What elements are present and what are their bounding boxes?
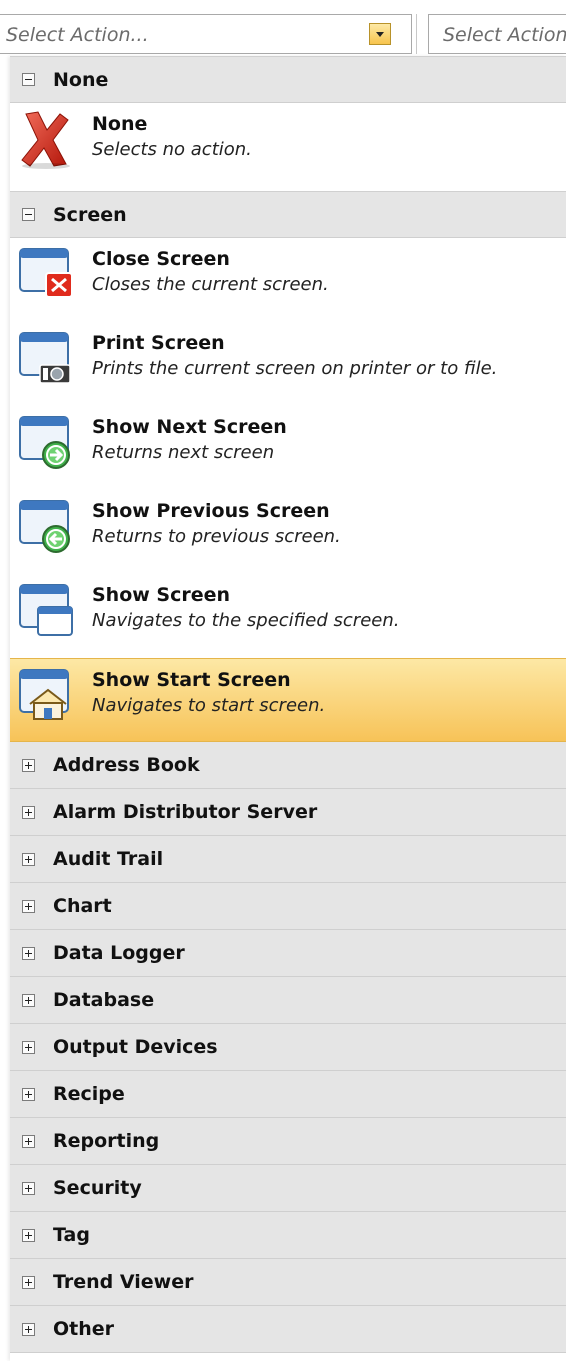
action-picker: Select Action... Select Action None None… — [0, 0, 566, 1361]
action-combobox[interactable]: Select Action... — [0, 14, 412, 54]
action-title: Show Start Screen — [92, 669, 291, 691]
group-header-database[interactable]: Database — [10, 977, 566, 1024]
group-label: Output Devices — [53, 1036, 218, 1058]
group-label: Other — [53, 1318, 115, 1340]
group-label: Trend Viewer — [53, 1271, 194, 1293]
action-item-show-previous-screen[interactable]: Show Previous Screen Returns to previous… — [10, 490, 566, 574]
expand-icon[interactable] — [22, 1134, 35, 1148]
group-header-recipe[interactable]: Recipe — [10, 1071, 566, 1118]
group-label: Database — [53, 989, 155, 1011]
dropdown-arrow-button[interactable] — [369, 23, 391, 45]
expand-icon[interactable] — [22, 1181, 35, 1195]
combobox-placeholder: Select Action... — [6, 24, 149, 46]
print-screen-icon — [16, 327, 80, 399]
action-title: Show Screen — [92, 584, 231, 606]
next-screen-icon — [16, 411, 80, 483]
group-label: Tag — [53, 1224, 90, 1246]
action-title: Show Previous Screen — [92, 500, 330, 522]
group-header-trend-viewer[interactable]: Trend Viewer — [10, 1259, 566, 1306]
group-label: Address Book — [53, 754, 200, 776]
group-header-screen[interactable]: Screen — [10, 191, 566, 238]
action-item-print-screen[interactable]: Print Screen Prints the current screen o… — [10, 322, 566, 406]
expand-icon[interactable] — [22, 899, 35, 913]
divider — [416, 14, 417, 54]
group-label: Chart — [53, 895, 112, 917]
group-header-output-devices[interactable]: Output Devices — [10, 1024, 566, 1071]
expand-icon[interactable] — [22, 758, 35, 772]
group-label: Reporting — [53, 1130, 160, 1152]
collapse-icon[interactable] — [22, 73, 35, 86]
action-description: Navigates to start screen. — [92, 695, 326, 716]
start-screen-icon — [16, 664, 80, 736]
expand-icon[interactable] — [22, 1228, 35, 1242]
action-title: Close Screen — [92, 248, 230, 270]
action-description: Prints the current screen on printer or … — [92, 358, 498, 379]
second-action-combobox[interactable]: Select Action — [428, 14, 566, 54]
action-item-close-screen[interactable]: Close Screen Closes the current screen. — [10, 238, 566, 322]
action-title: None — [92, 113, 148, 135]
group-label: Alarm Distributor Server — [53, 801, 318, 823]
group-label: Screen — [53, 203, 127, 226]
group-header-reporting[interactable]: Reporting — [10, 1118, 566, 1165]
red-x-icon — [16, 108, 80, 180]
show-screen-icon — [16, 579, 80, 651]
group-label: None — [53, 68, 109, 91]
group-header-none[interactable]: None — [10, 56, 566, 103]
group-header-audit-trail[interactable]: Audit Trail — [10, 836, 566, 883]
expand-icon[interactable] — [22, 1275, 35, 1289]
chevron-down-icon — [376, 31, 384, 37]
expand-icon[interactable] — [22, 1040, 35, 1054]
group-header-address-book[interactable]: Address Book — [10, 742, 566, 789]
action-item-none[interactable]: None Selects no action. — [10, 103, 566, 191]
action-item-show-start-screen[interactable]: Show Start Screen Navigates to start scr… — [10, 658, 566, 742]
close-screen-icon — [16, 243, 80, 315]
action-description: Closes the current screen. — [92, 274, 329, 295]
action-description: Selects no action. — [92, 139, 252, 160]
expand-icon[interactable] — [22, 1087, 35, 1101]
collapse-icon[interactable] — [22, 208, 35, 221]
action-description: Navigates to the specified screen. — [92, 610, 400, 631]
group-label: Data Logger — [53, 942, 185, 964]
action-description: Returns to previous screen. — [92, 526, 341, 547]
expand-icon[interactable] — [22, 993, 35, 1007]
group-header-alarm-distributor-server[interactable]: Alarm Distributor Server — [10, 789, 566, 836]
action-description: Returns next screen — [92, 442, 275, 463]
group-header-chart[interactable]: Chart — [10, 883, 566, 930]
action-item-show-next-screen[interactable]: Show Next Screen Returns next screen — [10, 406, 566, 490]
action-dropdown-panel: None None Selects no action. Screen Clos… — [10, 56, 566, 1361]
action-item-show-screen[interactable]: Show Screen Navigates to the specified s… — [10, 574, 566, 658]
group-label: Security — [53, 1177, 142, 1199]
expand-icon[interactable] — [22, 805, 35, 819]
group-header-tag[interactable]: Tag — [10, 1212, 566, 1259]
expand-icon[interactable] — [22, 1322, 35, 1336]
previous-screen-icon — [16, 495, 80, 567]
action-title: Print Screen — [92, 332, 225, 354]
group-label: Audit Trail — [53, 848, 164, 870]
expand-icon[interactable] — [22, 946, 35, 960]
second-combobox-placeholder: Select Action — [443, 24, 566, 46]
group-header-security[interactable]: Security — [10, 1165, 566, 1212]
group-header-other[interactable]: Other — [10, 1306, 566, 1353]
action-title: Show Next Screen — [92, 416, 287, 438]
group-label: Recipe — [53, 1083, 125, 1105]
group-header-data-logger[interactable]: Data Logger — [10, 930, 566, 977]
expand-icon[interactable] — [22, 852, 35, 866]
